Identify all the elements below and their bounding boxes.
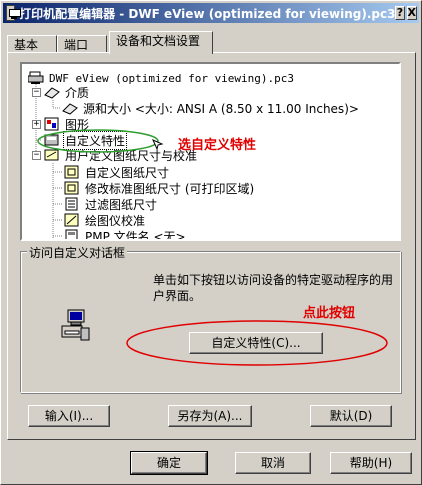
printer-app-icon bbox=[6, 5, 22, 21]
filter-paper-icon bbox=[64, 197, 80, 211]
tree-item-pmp-file[interactable]: PMP 文件名 <无> bbox=[64, 228, 188, 241]
tree-item-plotter-calibration[interactable]: 绘图仪校准 bbox=[64, 212, 147, 228]
group-description: 单击如下按钮以访问设备的特定驱动程序的用户界面。 bbox=[153, 273, 394, 303]
tab-basic[interactable]: 基本 bbox=[7, 35, 57, 53]
tree-item-custom-paper[interactable]: 自定义图纸尺寸 bbox=[64, 164, 171, 180]
paper-size-icon bbox=[64, 165, 80, 179]
save-as-button[interactable]: 另存为(A)... bbox=[168, 405, 252, 427]
close-title-button[interactable]: X bbox=[406, 6, 417, 20]
title-bar[interactable]: 打印机配置编辑器 - DWF eView (optimized for view… bbox=[3, 3, 419, 23]
custom-properties-icon bbox=[44, 133, 60, 147]
device-driver-icon bbox=[59, 308, 91, 345]
import-button[interactable]: 输入(I)... bbox=[28, 405, 110, 427]
tree-filter-paper-label: 过滤图纸尺寸 bbox=[85, 197, 158, 212]
modify-paper-icon bbox=[64, 181, 80, 195]
help-title-button[interactable]: ? bbox=[395, 6, 405, 20]
tree-item-media[interactable]: 介质 bbox=[44, 84, 91, 100]
custom-properties-button[interactable]: 自定义特性(C)... bbox=[189, 332, 323, 354]
defaults-button[interactable]: 默认(D) bbox=[310, 405, 392, 427]
tab-device-document-settings[interactable]: 设备和文档设置 bbox=[109, 31, 213, 54]
annotation-click-button: 点此按钮 bbox=[303, 306, 356, 321]
tab-port[interactable]: 端口 bbox=[57, 35, 107, 53]
collapse-custom-sizes-toggle[interactable]: − bbox=[32, 151, 41, 160]
ok-button[interactable]: 确定 bbox=[130, 451, 208, 475]
tree-custom-paper-label: 自定义图纸尺寸 bbox=[85, 165, 170, 180]
tree-pmp-file-label: PMP 文件名 <无> bbox=[85, 229, 186, 241]
tab-panel: DWF eView (optimized for viewing).pc3 − … bbox=[7, 52, 416, 440]
paper-tray-icon bbox=[62, 101, 78, 115]
window-title: 打印机配置编辑器 - DWF eView (optimized for view… bbox=[19, 6, 396, 21]
tree-modify-paper-label: 修改标准图纸尺寸 (可打印区域) bbox=[85, 181, 255, 196]
tree-plotter-calibration-label: 绘图仪校准 bbox=[85, 213, 146, 228]
cancel-button[interactable]: 取消 bbox=[235, 452, 311, 474]
plotter-calibration-icon bbox=[64, 213, 80, 227]
graphics-icon bbox=[44, 117, 60, 131]
tree-source-size-label: 源和大小 <大小: ANSI A (8.50 x 11.00 Inches)> bbox=[83, 101, 359, 116]
tree-item-filter-paper[interactable]: 过滤图纸尺寸 bbox=[64, 196, 159, 212]
tree-item-custom-sizes[interactable]: 用户定义图纸尺寸与校准 bbox=[44, 147, 199, 163]
expand-graphics-toggle[interactable]: + bbox=[32, 120, 41, 129]
printer-icon bbox=[27, 71, 44, 85]
collapse-media-toggle[interactable]: − bbox=[32, 88, 41, 97]
printer-config-editor-window: 打印机配置编辑器 - DWF eView (optimized for view… bbox=[0, 0, 422, 485]
calibration-icon bbox=[44, 148, 60, 162]
tree-item-modify-paper[interactable]: 修改标准图纸尺寸 (可打印区域) bbox=[64, 180, 256, 196]
help-button[interactable]: 帮助(H) bbox=[330, 452, 412, 474]
annotation-select-custom: 选自定义特性 bbox=[178, 138, 257, 153]
tree-item-source-size[interactable]: 源和大小 <大小: ANSI A (8.50 x 11.00 Inches)> bbox=[62, 100, 361, 116]
pmp-file-icon bbox=[64, 229, 80, 239]
tree-media-label: 介质 bbox=[65, 85, 90, 100]
group-title: 访问自定义对话框 bbox=[27, 244, 128, 261]
custom-dialog-group: 访问自定义对话框 单击如下按钮以访问设备的特定驱动程序的用户界面。 点此按钮 自… bbox=[20, 244, 401, 393]
media-icon bbox=[44, 85, 60, 99]
settings-tree[interactable]: DWF eView (optimized for viewing).pc3 − … bbox=[20, 62, 401, 241]
